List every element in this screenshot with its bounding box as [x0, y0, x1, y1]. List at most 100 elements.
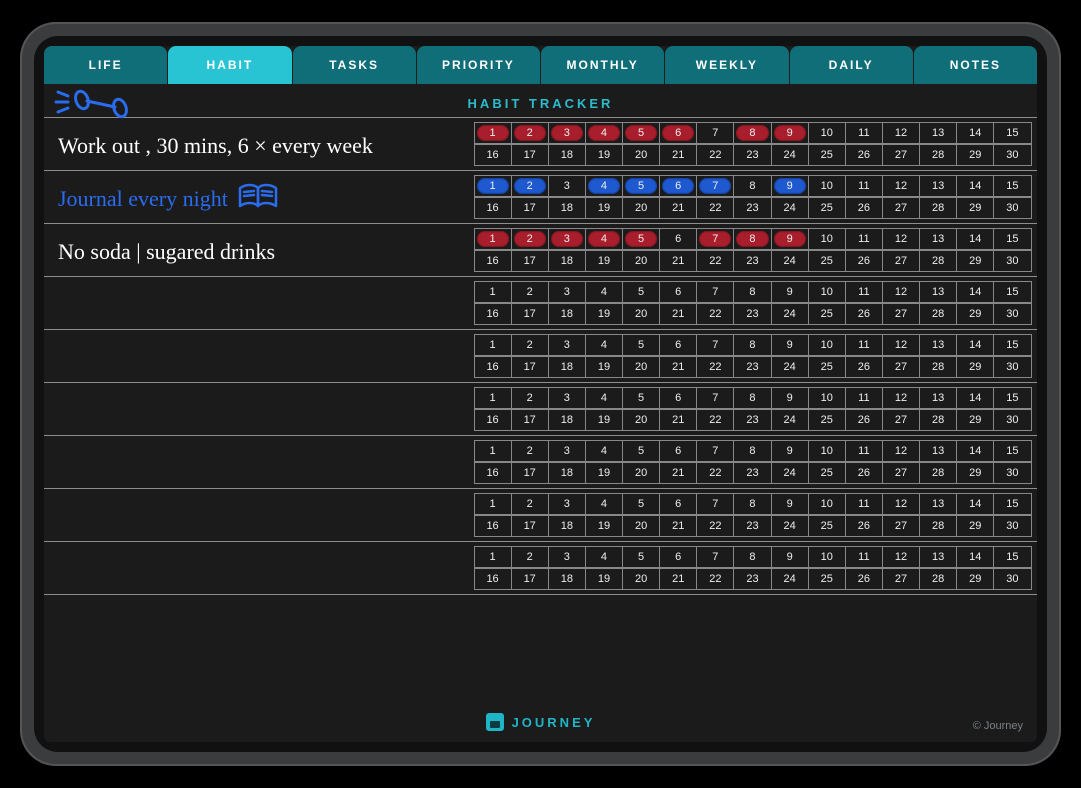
day-cell[interactable]: 27	[882, 568, 920, 590]
day-cell[interactable]: 9	[771, 387, 809, 409]
day-cell[interactable]: 27	[882, 462, 920, 484]
day-cell[interactable]: 4	[585, 281, 623, 303]
day-cell[interactable]: 10	[808, 546, 846, 568]
day-cell[interactable]: 13	[919, 440, 957, 462]
day-cell[interactable]: 27	[882, 515, 920, 537]
day-cell[interactable]: 22	[696, 303, 734, 325]
day-cell[interactable]: 7	[696, 546, 734, 568]
day-cell[interactable]: 21	[659, 144, 697, 166]
day-cell[interactable]: 21	[659, 303, 697, 325]
day-cell[interactable]: 7	[696, 228, 734, 250]
day-cell[interactable]: 5	[622, 493, 660, 515]
day-cell[interactable]: 7	[696, 122, 734, 144]
day-cell[interactable]: 18	[548, 462, 586, 484]
day-cell[interactable]: 4	[585, 175, 623, 197]
day-cell[interactable]: 26	[845, 568, 883, 590]
day-cell[interactable]: 29	[956, 250, 994, 272]
day-cell[interactable]: 9	[771, 546, 809, 568]
day-cell[interactable]: 6	[659, 387, 697, 409]
day-cell[interactable]: 24	[771, 250, 809, 272]
day-cell[interactable]: 27	[882, 197, 920, 219]
day-cell[interactable]: 12	[882, 281, 920, 303]
day-cell[interactable]: 4	[585, 440, 623, 462]
day-cell[interactable]: 1	[474, 175, 512, 197]
day-cell[interactable]: 30	[993, 409, 1031, 431]
day-cell[interactable]: 26	[845, 409, 883, 431]
habit-label[interactable]	[44, 277, 474, 329]
day-cell[interactable]: 15	[993, 440, 1031, 462]
day-cell[interactable]: 11	[845, 175, 883, 197]
day-cell[interactable]: 24	[771, 568, 809, 590]
day-cell[interactable]: 3	[548, 228, 586, 250]
day-cell[interactable]: 3	[548, 546, 586, 568]
day-cell[interactable]: 3	[548, 440, 586, 462]
day-cell[interactable]: 5	[622, 281, 660, 303]
day-cell[interactable]: 27	[882, 144, 920, 166]
day-cell[interactable]: 20	[622, 356, 660, 378]
day-cell[interactable]: 17	[511, 409, 549, 431]
day-cell[interactable]: 2	[511, 387, 549, 409]
day-cell[interactable]: 16	[474, 515, 512, 537]
day-cell[interactable]: 29	[956, 515, 994, 537]
habit-label[interactable]: Work out , 30 mins, 6 × every week	[44, 118, 474, 170]
day-cell[interactable]: 6	[659, 546, 697, 568]
day-cell[interactable]: 15	[993, 546, 1031, 568]
day-cell[interactable]: 30	[993, 144, 1031, 166]
day-cell[interactable]: 10	[808, 175, 846, 197]
day-cell[interactable]: 29	[956, 409, 994, 431]
day-cell[interactable]: 4	[585, 228, 623, 250]
day-cell[interactable]: 20	[622, 568, 660, 590]
day-cell[interactable]: 26	[845, 250, 883, 272]
day-cell[interactable]: 16	[474, 303, 512, 325]
habit-label[interactable]	[44, 489, 474, 541]
day-cell[interactable]: 24	[771, 356, 809, 378]
day-cell[interactable]: 5	[622, 387, 660, 409]
day-cell[interactable]: 20	[622, 515, 660, 537]
day-cell[interactable]: 25	[808, 409, 846, 431]
day-cell[interactable]: 6	[659, 440, 697, 462]
day-cell[interactable]: 21	[659, 568, 697, 590]
day-cell[interactable]: 1	[474, 493, 512, 515]
day-cell[interactable]: 5	[622, 228, 660, 250]
day-cell[interactable]: 23	[733, 568, 771, 590]
day-cell[interactable]: 11	[845, 440, 883, 462]
day-cell[interactable]: 4	[585, 122, 623, 144]
day-cell[interactable]: 27	[882, 356, 920, 378]
day-cell[interactable]: 23	[733, 515, 771, 537]
habit-label[interactable]	[44, 383, 474, 435]
day-cell[interactable]: 14	[956, 546, 994, 568]
day-cell[interactable]: 13	[919, 546, 957, 568]
day-cell[interactable]: 3	[548, 387, 586, 409]
day-cell[interactable]: 25	[808, 250, 846, 272]
day-cell[interactable]: 26	[845, 303, 883, 325]
day-cell[interactable]: 14	[956, 281, 994, 303]
day-cell[interactable]: 6	[659, 493, 697, 515]
day-cell[interactable]: 18	[548, 303, 586, 325]
day-cell[interactable]: 28	[919, 250, 957, 272]
day-cell[interactable]: 15	[993, 281, 1031, 303]
day-cell[interactable]: 8	[733, 387, 771, 409]
day-cell[interactable]: 13	[919, 493, 957, 515]
day-cell[interactable]: 23	[733, 409, 771, 431]
day-cell[interactable]: 30	[993, 250, 1031, 272]
day-cell[interactable]: 13	[919, 387, 957, 409]
day-cell[interactable]: 21	[659, 197, 697, 219]
day-cell[interactable]: 23	[733, 250, 771, 272]
day-cell[interactable]: 11	[845, 228, 883, 250]
day-cell[interactable]: 8	[733, 334, 771, 356]
tab-habit[interactable]: HABIT	[168, 46, 291, 84]
day-cell[interactable]: 12	[882, 334, 920, 356]
day-cell[interactable]: 19	[585, 303, 623, 325]
day-cell[interactable]: 11	[845, 546, 883, 568]
day-cell[interactable]: 2	[511, 440, 549, 462]
day-cell[interactable]: 24	[771, 144, 809, 166]
day-cell[interactable]: 17	[511, 250, 549, 272]
day-cell[interactable]: 3	[548, 334, 586, 356]
day-cell[interactable]: 1	[474, 228, 512, 250]
day-cell[interactable]: 1	[474, 546, 512, 568]
day-cell[interactable]: 2	[511, 546, 549, 568]
day-cell[interactable]: 11	[845, 281, 883, 303]
day-cell[interactable]: 11	[845, 122, 883, 144]
day-cell[interactable]: 18	[548, 568, 586, 590]
day-cell[interactable]: 25	[808, 462, 846, 484]
